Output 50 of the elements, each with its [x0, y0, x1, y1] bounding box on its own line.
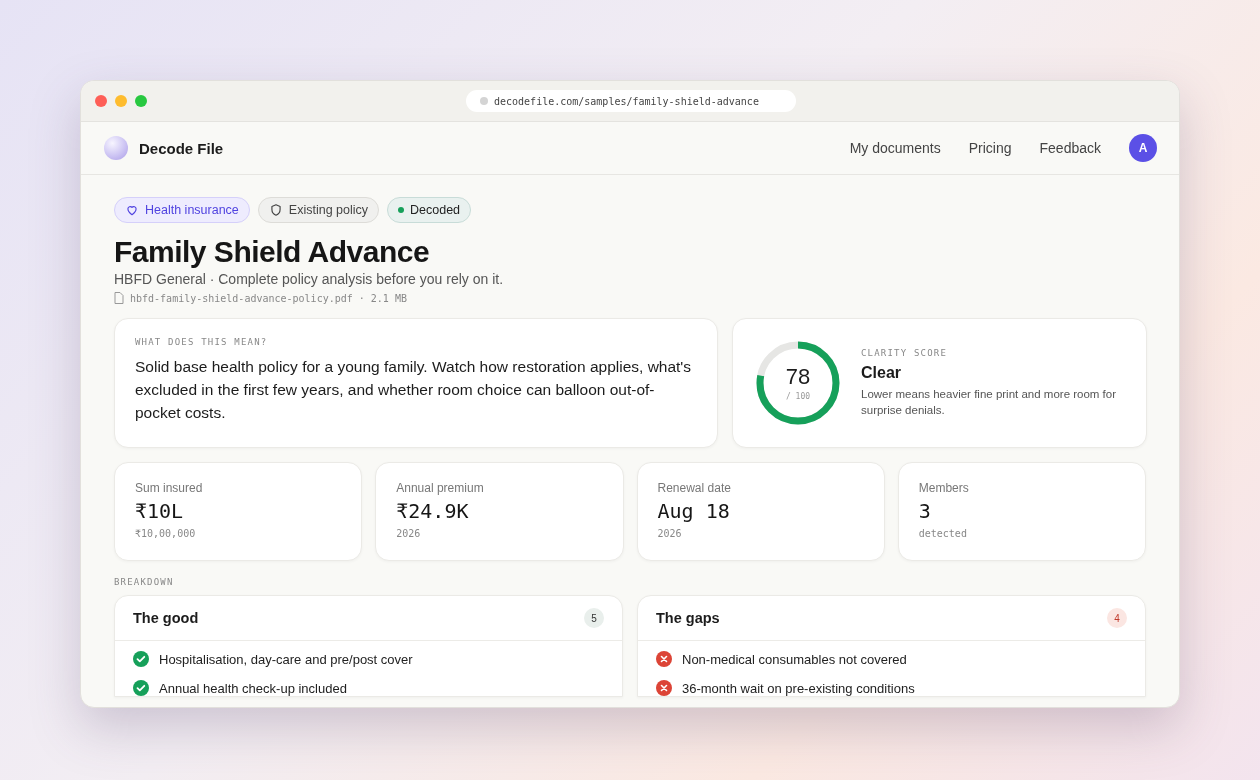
section-label: WHAT DOES THIS MEAN? — [135, 337, 269, 347]
stat-detail: ₹10,00,000 — [135, 528, 197, 539]
check-icon — [133, 651, 149, 667]
nav-link[interactable]: My documents — [849, 140, 941, 156]
stat-detail: detected — [918, 528, 968, 539]
section-label: CLARITY SCORE — [861, 348, 949, 358]
count-badge: 4 — [1107, 608, 1127, 628]
brand-name[interactable]: Decode File — [139, 139, 224, 157]
stat-value: ₹24.9K — [396, 499, 470, 523]
stat-detail: 2026 — [657, 528, 683, 539]
panel-title: The good — [133, 610, 199, 626]
summary-text: Solid base health policy for a young family. Watch how restoration applies, what's excluded in the first few years, and whether room choice can balloon out-of-pocket costs. — [135, 357, 693, 423]
tag: Health insurance — [114, 197, 250, 223]
stat-label: Renewal date — [657, 481, 732, 495]
stat-label: Sum insured — [135, 481, 204, 495]
tag: Decoded — [387, 197, 472, 223]
list-item: Annual health check-up included — [159, 680, 347, 696]
score-note: Lower means heavier fine print and more room for surprise denials. — [861, 387, 1118, 418]
score-value: 78 — [785, 365, 811, 388]
page-title: Family Shield Advance — [114, 235, 431, 269]
nav-link[interactable]: Feedback — [1039, 140, 1101, 156]
list-item: Hospitalisation, day-care and pre/post cover — [159, 651, 413, 667]
stat-label: Annual premium — [396, 481, 485, 495]
section-label: BREAKDOWN — [114, 577, 175, 587]
file-name: hbfd-family-shield-advance-policy.pdf · 2.1 MB — [130, 292, 407, 304]
stat-detail: 2026 — [396, 528, 422, 539]
logo-icon — [104, 136, 128, 160]
score-verdict: Clear — [861, 364, 903, 382]
shield-icon — [268, 203, 283, 217]
file-icon — [114, 292, 124, 304]
close-icon[interactable] — [95, 95, 107, 107]
tag: Existing policy — [257, 197, 379, 223]
heart-icon — [125, 203, 139, 217]
stat-value: Aug 18 — [657, 499, 731, 523]
cross-icon — [656, 651, 672, 667]
avatar[interactable]: A — [1129, 134, 1157, 162]
score-max: / 100 — [785, 391, 811, 401]
panel-title: The gaps — [656, 610, 720, 626]
count-badge: 5 — [584, 608, 604, 628]
status-dot — [398, 207, 404, 213]
stat-value: 3 — [918, 499, 932, 523]
maximize-icon[interactable] — [135, 95, 147, 107]
minimize-icon[interactable] — [115, 95, 127, 107]
subtitle: HBFD General · Complete policy analysis before you rely on it. — [114, 271, 505, 287]
nav-link[interactable]: Pricing — [968, 140, 1012, 156]
stat-value: ₹10L — [135, 499, 185, 523]
list-item: Non-medical consumables not covered — [682, 651, 907, 667]
list-item: 36-month wait on pre-existing conditions — [682, 680, 915, 696]
address-bar[interactable]: decodefile.com/samples/family-shield-advance — [466, 90, 796, 112]
stat-label: Members — [918, 481, 970, 495]
